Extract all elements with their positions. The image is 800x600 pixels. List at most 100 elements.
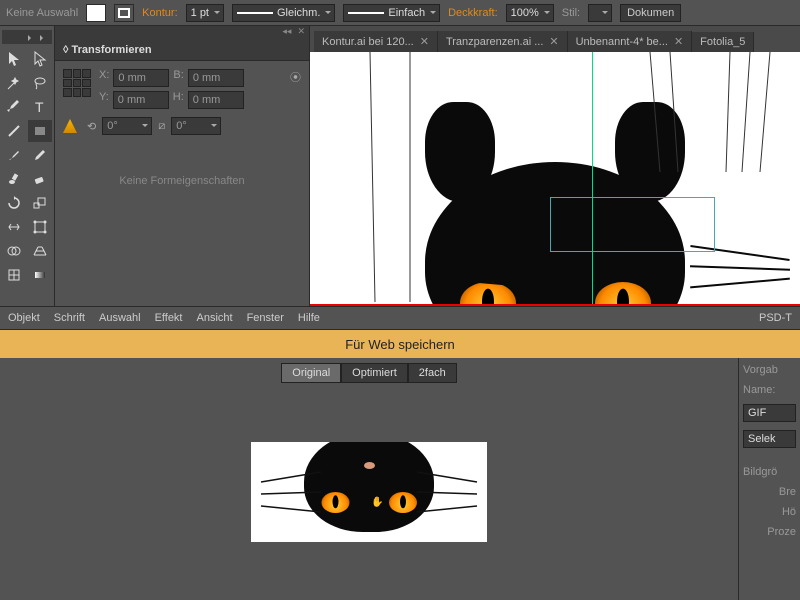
pen-tool[interactable]: [2, 96, 26, 118]
blob-brush-tool[interactable]: [2, 168, 26, 190]
mesh-tool[interactable]: [2, 264, 26, 286]
transform-panel: ◂◂ ✕ ◊ Transformieren X: 0 mm B: 0 mm Y:…: [55, 26, 310, 306]
close-icon[interactable]: ✕: [549, 35, 558, 48]
document-setup-button[interactable]: Dokumen: [620, 4, 681, 22]
selection-tool[interactable]: [2, 48, 26, 70]
menu-auswahl[interactable]: Auswahl: [99, 312, 141, 324]
fill-swatch[interactable]: [86, 4, 106, 22]
rotate-icon: ⟲: [87, 120, 96, 133]
x-label: X:: [99, 69, 109, 87]
opacity-label[interactable]: Deckkraft:: [448, 7, 498, 19]
width-field[interactable]: 0 mm: [188, 69, 244, 87]
name-label: Name:: [743, 384, 796, 396]
direct-selection-tool[interactable]: [28, 48, 52, 70]
svg-text:T: T: [35, 99, 44, 115]
magic-wand-tool[interactable]: [2, 72, 26, 94]
no-selection-label: Keine Auswahl: [6, 7, 78, 19]
perspective-grid-tool[interactable]: [28, 240, 52, 262]
stroke-weight-dropdown[interactable]: 1 pt: [186, 4, 224, 22]
opacity-dropdown[interactable]: 100%: [506, 4, 554, 22]
rotate-field[interactable]: 0°: [102, 117, 152, 135]
selection-bounds[interactable]: [550, 197, 715, 252]
lasso-tool[interactable]: [28, 72, 52, 94]
style-dropdown[interactable]: [588, 4, 612, 22]
pencil-tool[interactable]: [28, 144, 52, 166]
preview-view-tabs: Original Optimiert 2fach: [0, 362, 738, 384]
shape-builder-tool[interactable]: [2, 240, 26, 262]
chain-icon[interactable]: ⦿: [290, 69, 301, 85]
y-label: Y:: [99, 91, 109, 109]
doc-tab-0-label: Kontur.ai bei 120...: [322, 36, 414, 48]
split-indicator: [310, 304, 800, 306]
options-bar: Keine Auswahl Kontur: 1 pt Gleichm. Einf…: [0, 0, 800, 26]
panel-close-icon[interactable]: ✕: [297, 26, 305, 40]
brush-label: Einfach: [388, 7, 425, 19]
view-2up-tab[interactable]: 2fach: [408, 363, 457, 383]
close-icon[interactable]: ✕: [420, 35, 429, 48]
line-tool[interactable]: [2, 120, 26, 142]
reference-point-picker[interactable]: [63, 69, 91, 97]
warning-icon: [63, 119, 77, 133]
eraser-tool[interactable]: [28, 168, 52, 190]
paintbrush-tool[interactable]: [2, 144, 26, 166]
rectangle-tool[interactable]: [28, 120, 52, 142]
save-for-web-title: Für Web speichern: [0, 330, 800, 358]
doc-tab-1-label: Tranzparenzen.ai ...: [446, 36, 543, 48]
tools-panel-grip[interactable]: [2, 30, 52, 44]
format-dropdown[interactable]: GIF: [743, 404, 796, 422]
stroke-swatch[interactable]: [114, 4, 134, 22]
y-field[interactable]: 0 mm: [113, 91, 169, 109]
menu-fenster[interactable]: Fenster: [247, 312, 284, 324]
brush-dropdown[interactable]: Einfach: [343, 4, 440, 22]
tools-panel: T: [0, 26, 55, 306]
shear-field[interactable]: 0°: [171, 117, 221, 135]
width-tool[interactable]: [2, 216, 26, 238]
view-optimized-tab[interactable]: Optimiert: [341, 363, 408, 383]
hand-cursor-icon: ✋: [371, 497, 383, 508]
height-label: H:: [173, 91, 184, 109]
free-transform-tool[interactable]: [28, 216, 52, 238]
x-field[interactable]: 0 mm: [113, 69, 169, 87]
gradient-tool[interactable]: [28, 264, 52, 286]
no-shape-properties-label: Keine Formeigenschaften: [63, 175, 301, 187]
type-tool[interactable]: T: [28, 96, 52, 118]
height-field[interactable]: 0 mm: [188, 91, 244, 109]
document-area: Kontur.ai bei 120... ✕ Tranzparenzen.ai .…: [310, 26, 800, 306]
workspace-label[interactable]: PSD-T: [759, 312, 792, 324]
doc-tab-2-label: Unbenannt-4* be...: [576, 36, 668, 48]
preset-label: Vorgab: [743, 364, 796, 376]
panel-title-text: Transformieren: [72, 44, 152, 56]
preview-area[interactable]: ✋: [0, 384, 738, 600]
selective-dropdown[interactable]: Selek: [743, 430, 796, 448]
menu-objekt[interactable]: Objekt: [8, 312, 40, 324]
percent-lbl: Proze: [743, 526, 796, 538]
view-original-tab[interactable]: Original: [281, 363, 341, 383]
artboard: [310, 52, 800, 306]
panel-title[interactable]: ◊ Transformieren: [55, 40, 309, 61]
panel-collapse-icon[interactable]: ◂◂: [282, 26, 291, 40]
menu-ansicht[interactable]: Ansicht: [197, 312, 233, 324]
menu-schrift[interactable]: Schrift: [54, 312, 85, 324]
rotate-tool[interactable]: [2, 192, 26, 214]
height-lbl: Hö: [743, 506, 796, 518]
save-for-web-settings: Vorgab Name: GIF Selek Bildgrö Bre Hö Pr…: [738, 358, 800, 600]
close-icon[interactable]: ✕: [674, 35, 683, 48]
doc-tab-3[interactable]: Fotolia_5: [692, 32, 754, 52]
menu-hilfe[interactable]: Hilfe: [298, 312, 320, 324]
panel-tab-strip: ◂◂ ✕: [55, 26, 309, 40]
stroke-label[interactable]: Kontur:: [142, 7, 177, 19]
doc-tab-3-label: Fotolia_5: [700, 36, 745, 48]
guide-vertical[interactable]: [592, 52, 593, 306]
doc-tab-2[interactable]: Unbenannt-4* be... ✕: [568, 31, 693, 52]
stroke-profile-dropdown[interactable]: Gleichm.: [232, 4, 335, 22]
document-tabs: Kontur.ai bei 120... ✕ Tranzparenzen.ai .…: [310, 26, 800, 52]
canvas[interactable]: [310, 52, 800, 306]
stroke-profile-label: Gleichm.: [277, 7, 320, 19]
width-label: B:: [173, 69, 183, 87]
scale-tool[interactable]: [28, 192, 52, 214]
image-size-label: Bildgrö: [743, 466, 796, 478]
shear-icon: ⧄: [158, 120, 165, 133]
doc-tab-1[interactable]: Tranzparenzen.ai ... ✕: [438, 31, 568, 52]
menu-effekt[interactable]: Effekt: [155, 312, 183, 324]
doc-tab-0[interactable]: Kontur.ai bei 120... ✕: [314, 31, 438, 52]
